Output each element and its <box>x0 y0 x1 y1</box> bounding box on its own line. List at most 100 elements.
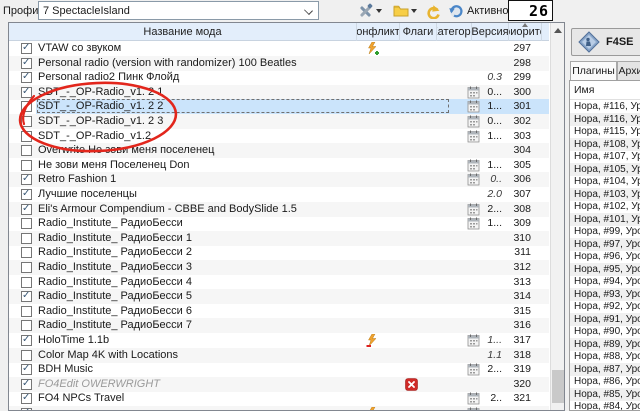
mod-enabled-checkbox[interactable] <box>21 320 32 331</box>
run-executable-button[interactable]: F4SE <box>571 28 640 56</box>
plugin-list-item[interactable]: Нора, #107, Ур... <box>570 150 640 163</box>
plugin-list-item[interactable]: Нора, #115, Ур... <box>570 125 640 138</box>
plugin-list-item[interactable]: Нора, #116, Ур... <box>570 100 640 113</box>
column-header-mod-name[interactable]: Название мода <box>9 23 357 41</box>
plugin-list-item[interactable]: Нора, #94, Уро... <box>570 275 640 288</box>
mod-rows: VTAW со звуком297Personal radio (version… <box>9 41 549 411</box>
plugin-list-item[interactable]: Нора, #84, Уро... <box>570 400 640 411</box>
mod-row[interactable]: Radio_Institute_ РадиоБесси1...309 <box>9 216 549 231</box>
column-header-flags[interactable]: Флаги <box>400 23 437 41</box>
mod-list-scrollbar[interactable] <box>550 23 564 411</box>
plugin-list-item[interactable]: Нора, #95, Уро... <box>570 263 640 276</box>
mod-enabled-checkbox[interactable] <box>21 58 32 69</box>
mod-enabled-checkbox[interactable] <box>21 291 32 302</box>
undo-button[interactable] <box>422 1 443 21</box>
mod-row[interactable]: Radio_Institute_ РадиоБесси 3312 <box>9 260 549 275</box>
mod-row[interactable]: FO4 NPCs Travel2..321 <box>9 391 549 406</box>
mod-row[interactable]: Radio_Institute_ РадиоБесси 2311 <box>9 245 549 260</box>
mod-enabled-checkbox[interactable] <box>21 145 32 156</box>
column-header-category[interactable]: Категори <box>437 23 472 41</box>
mod-row[interactable] <box>9 406 549 411</box>
mod-row[interactable]: HoloTime 1.1b1...317 <box>9 333 549 348</box>
plugin-list-item[interactable]: Нора, #105, Ур... <box>570 163 640 176</box>
mod-name: Radio_Institute_ РадиоБесси 7 <box>38 319 353 332</box>
mod-row[interactable]: Eli's Armour Compendium - CBBE and BodyS… <box>9 202 549 217</box>
mod-row[interactable]: Radio_Institute_ РадиоБесси 5314 <box>9 289 549 304</box>
plugin-list-item[interactable]: Нора, #116, Ур... <box>570 113 640 126</box>
mod-row[interactable]: Radio_Institute_ РадиоБесси 4313 <box>9 275 549 290</box>
plugin-list-item[interactable]: Нора, #86, Уро... <box>570 375 640 388</box>
mod-row[interactable]: Radio_Institute_ РадиоБесси 1310 <box>9 231 549 246</box>
mod-row[interactable]: Radio_Institute_ РадиоБесси 6315 <box>9 304 549 319</box>
mod-enabled-checkbox[interactable] <box>21 43 32 54</box>
mod-row[interactable]: VTAW со звуком297 <box>9 41 549 56</box>
mod-enabled-checkbox[interactable] <box>21 131 32 142</box>
column-header-version[interactable]: Версия <box>472 23 509 41</box>
mod-row[interactable]: SDT_-_OP-Radio_v1. 2 21...301 <box>9 99 549 114</box>
tab-archives[interactable]: Архивы <box>617 61 640 80</box>
plugin-list-item[interactable]: Нора, #90, Уро... <box>570 325 640 338</box>
active-count-display: 26 <box>508 0 553 21</box>
mod-row[interactable]: Retro Fashion 10..306 <box>9 172 549 187</box>
mod-row[interactable]: Не зови меня Поселенец Don1...305 <box>9 158 549 173</box>
mod-row[interactable]: SDT_-_OP-Radio_v1. 2 30...302 <box>9 114 549 129</box>
mod-row[interactable]: Radio_Institute_ РадиоБесси 7316 <box>9 318 549 333</box>
mod-priority: 309 <box>503 217 531 230</box>
mod-enabled-checkbox[interactable] <box>21 364 32 375</box>
scroll-up-icon[interactable] <box>551 23 565 38</box>
plugin-list-item[interactable]: Нора, #108, Ур... <box>570 138 640 151</box>
mod-row[interactable]: SDT_-_OP-Radio_v1.21...303 <box>9 129 549 144</box>
mod-row[interactable]: SDT_-_OP-Radio_v1. 2 10...300 <box>9 85 549 100</box>
tools-menu-button[interactable] <box>352 1 386 21</box>
profile-select[interactable]: 7 SpectacleIsland <box>38 1 319 20</box>
mod-row[interactable]: BDH Music2...319 <box>9 362 549 377</box>
mod-enabled-checkbox[interactable] <box>21 277 32 288</box>
mod-enabled-checkbox[interactable] <box>21 306 32 317</box>
mod-enabled-checkbox[interactable] <box>21 160 32 171</box>
plugins-column-header-name[interactable]: Имя <box>570 81 640 100</box>
tab-plugins[interactable]: Плагины <box>570 61 617 80</box>
scrollbar-thumb[interactable] <box>552 370 564 403</box>
refresh-button[interactable] <box>445 1 466 21</box>
plugin-list-item[interactable]: Нора, #101, Ур... <box>570 213 640 226</box>
mod-enabled-checkbox[interactable] <box>21 379 32 390</box>
plugin-list-item[interactable]: Нора, #99, Уро... <box>570 225 640 238</box>
mod-enabled-checkbox[interactable] <box>21 262 32 273</box>
plugin-list-item[interactable]: Нора, #93, Уро... <box>570 288 640 301</box>
mod-enabled-checkbox[interactable] <box>21 87 32 98</box>
column-header-conflict[interactable]: онфликт <box>357 23 400 41</box>
plugin-list-item[interactable]: Нора, #102, Ур... <box>570 200 640 213</box>
mod-enabled-checkbox[interactable] <box>21 116 32 127</box>
mod-enabled-checkbox[interactable] <box>21 393 32 404</box>
mod-priority: 303 <box>503 130 531 143</box>
plugin-list-item[interactable]: Нора, #103, Ур... <box>570 188 640 201</box>
mod-enabled-checkbox[interactable] <box>21 247 32 258</box>
mod-enabled-checkbox[interactable] <box>21 174 32 185</box>
mod-enabled-checkbox[interactable] <box>21 350 32 361</box>
plugin-list-item[interactable]: Нора, #91, Уро... <box>570 313 640 326</box>
plugin-list-item[interactable]: Нора, #89, Уро... <box>570 338 640 351</box>
plugin-list-item[interactable]: Нора, #92, Уро... <box>570 300 640 313</box>
mod-row[interactable]: Personal radio2 Пинк Флойд0.3299 <box>9 70 549 85</box>
mod-enabled-checkbox[interactable] <box>21 218 32 229</box>
mod-enabled-checkbox[interactable] <box>21 72 32 83</box>
plugin-list-item[interactable]: Нора, #97, Уро... <box>570 238 640 251</box>
mod-enabled-checkbox[interactable] <box>21 101 32 112</box>
mod-row[interactable]: Color Map 4K with Locations1.1318 <box>9 348 549 363</box>
mod-row[interactable]: Overwrite Не зови меня поселенец304 <box>9 143 549 158</box>
plugin-list-item[interactable]: Нора, #96, Уро... <box>570 250 640 263</box>
mod-enabled-checkbox[interactable] <box>21 189 32 200</box>
plugin-list-item[interactable]: Нора, #104, Ур... <box>570 175 640 188</box>
mod-enabled-checkbox[interactable] <box>21 204 32 215</box>
open-folder-button[interactable] <box>390 1 420 21</box>
plugin-list-item[interactable]: Нора, #85, Уро... <box>570 388 640 401</box>
plugins-panel: Имя Нора, #116, Ур...Нора, #116, Ур...Но… <box>569 80 640 411</box>
plugin-list-item[interactable]: Нора, #87, Уро... <box>570 363 640 376</box>
mod-row[interactable]: Лучшие поселенцы2.0307 <box>9 187 549 202</box>
mod-row[interactable]: FO4Edit OWERWRIGHT320 <box>9 377 549 392</box>
mod-enabled-checkbox[interactable] <box>21 233 32 244</box>
mod-enabled-checkbox[interactable] <box>21 335 32 346</box>
column-header-priority[interactable]: риорите <box>509 23 542 41</box>
mod-row[interactable]: Personal radio (version with randomizer)… <box>9 56 549 71</box>
plugin-list-item[interactable]: Нора, #88, Уро... <box>570 350 640 363</box>
